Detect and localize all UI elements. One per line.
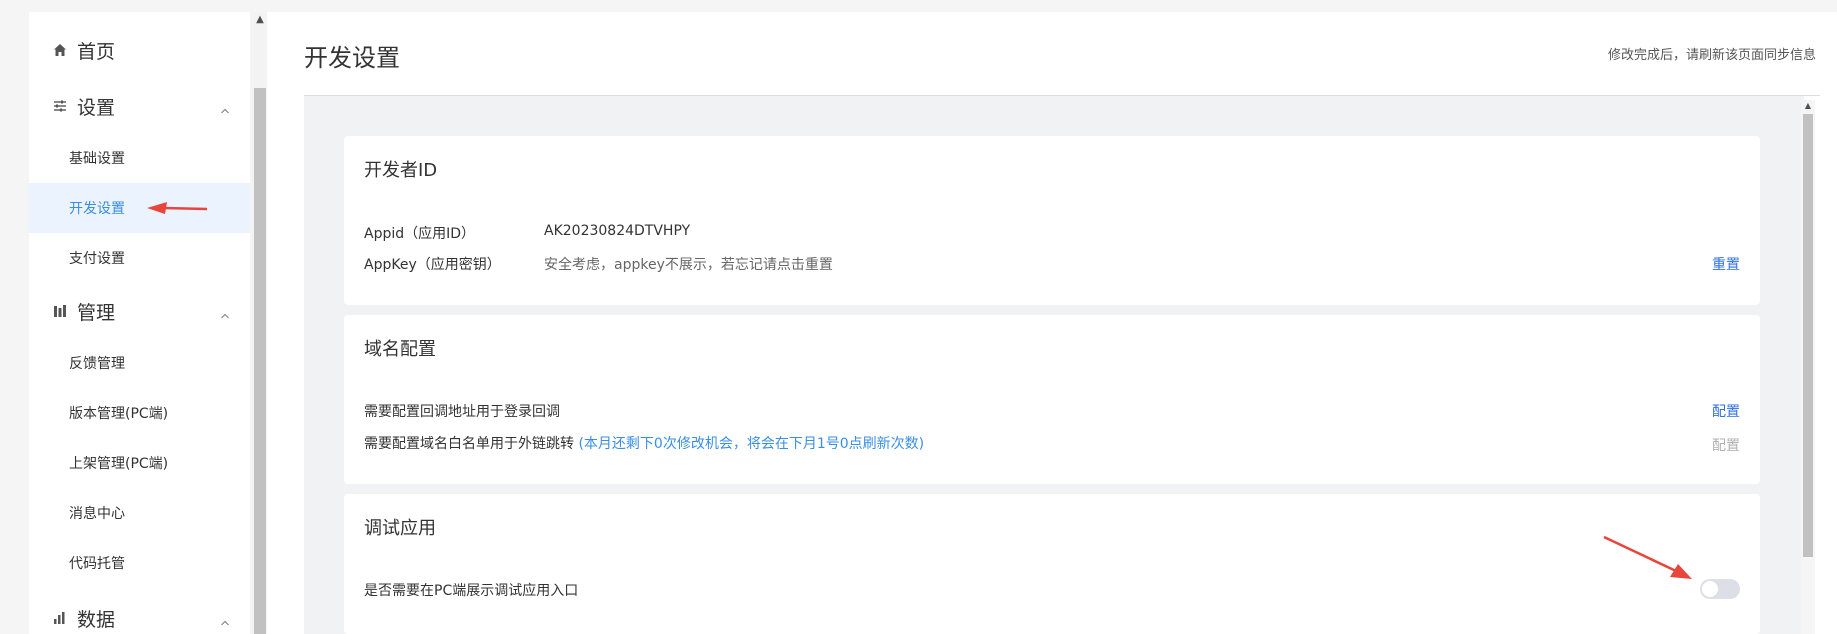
- callback-row-label: 需要配置回调地址用于登录回调: [364, 404, 560, 420]
- sidebar-scrollbar-thumb[interactable]: [254, 88, 266, 634]
- whitelist-row-label: 需要配置域名白名单用于外链跳转: [364, 436, 574, 452]
- sidebar-item-feedback[interactable]: 反馈管理: [29, 338, 250, 388]
- sidebar-item-label: 版本管理(PC端): [69, 406, 169, 422]
- sidebar-item-payment-settings[interactable]: 支付设置: [29, 233, 250, 283]
- developer-id-card: 开发者ID Appid（应用ID） AK20230824DTVHPY AppKe…: [344, 136, 1760, 305]
- debug-app-card: 调试应用 是否需要在PC端展示调试应用入口: [344, 494, 1760, 634]
- chevron-up-icon[interactable]: [220, 306, 230, 319]
- card-title: 调试应用: [364, 518, 436, 539]
- chevron-up-icon[interactable]: [220, 613, 230, 626]
- whitelist-config-link[interactable]: 配置: [1712, 435, 1740, 455]
- card-title: 域名配置: [364, 339, 436, 360]
- callback-config-link[interactable]: 配置: [1712, 401, 1740, 421]
- annotation-arrow-icon: [1603, 535, 1692, 579]
- annotation-arrow-icon: [147, 202, 208, 214]
- whitelist-row: 需要配置域名白名单用于外链跳转 (本月还剩下0次修改机会，将会在下月1号0点刷新…: [364, 433, 924, 453]
- sidebar: 首页 设置 基础设置 开发设置 支付设置 管理 反馈管理 版本管理(PC端) 上…: [29, 12, 250, 634]
- nav-group-settings[interactable]: 设置: [29, 82, 250, 130]
- debug-entry-label: 是否需要在PC端展示调试应用入口: [364, 583, 579, 599]
- page-hint: 修改完成后，请刷新该页面同步信息: [1607, 48, 1816, 63]
- debug-entry-toggle[interactable]: [1700, 579, 1740, 599]
- sidebar-item-listing[interactable]: 上架管理(PC端): [29, 438, 250, 488]
- nav-group-settings-label: 设置: [77, 96, 116, 119]
- nav-group-data-label: 数据: [77, 608, 116, 631]
- sidebar-item-label: 消息中心: [69, 506, 125, 522]
- appid-label: Appid（应用ID）: [364, 226, 476, 242]
- scroll-up-arrow-icon[interactable]: ▲: [254, 14, 266, 26]
- nav-group-data[interactable]: 数据: [29, 594, 250, 634]
- nav-group-manage[interactable]: 管理: [29, 287, 250, 335]
- scroll-up-arrow-icon[interactable]: ▲: [1803, 101, 1813, 111]
- nav-group-manage-label: 管理: [77, 301, 116, 324]
- bar-chart-icon: [52, 303, 68, 319]
- appkey-value: 安全考虑，appkey不展示，若忘记请点击重置: [544, 257, 833, 273]
- whitelist-note: (本月还剩下0次修改机会，将会在下月1号0点刷新次数): [578, 436, 925, 452]
- toggle-knob: [1702, 581, 1718, 597]
- nav-home-label: 首页: [77, 40, 116, 63]
- appid-value: AK20230824DTVHPY: [544, 223, 691, 239]
- sidebar-item-label: 代码托管: [69, 556, 125, 572]
- card-title: 开发者ID: [364, 160, 438, 181]
- sliders-icon: [52, 98, 68, 114]
- sidebar-item-dev-settings[interactable]: 开发设置: [29, 183, 250, 233]
- page-title: 开发设置: [304, 44, 400, 72]
- content-scrollbar-thumb[interactable]: [1803, 114, 1813, 557]
- stats-icon: [52, 610, 68, 626]
- chevron-up-icon[interactable]: [220, 101, 230, 114]
- sidebar-item-messages[interactable]: 消息中心: [29, 488, 250, 538]
- reset-appkey-link[interactable]: 重置: [1712, 254, 1740, 274]
- sidebar-item-label: 上架管理(PC端): [69, 456, 169, 472]
- nav-home[interactable]: 首页: [29, 26, 250, 74]
- sidebar-item-label: 基础设置: [69, 151, 125, 167]
- sidebar-item-label: 开发设置: [69, 201, 125, 217]
- home-icon: [52, 42, 68, 58]
- sidebar-item-label: 反馈管理: [69, 356, 125, 372]
- sidebar-item-basic-settings[interactable]: 基础设置: [29, 133, 250, 183]
- domain-config-card: 域名配置 需要配置回调地址用于登录回调 配置 需要配置域名白名单用于外链跳转 (…: [344, 315, 1760, 484]
- sidebar-item-version[interactable]: 版本管理(PC端): [29, 388, 250, 438]
- appkey-label: AppKey（应用密钥）: [364, 257, 501, 273]
- sidebar-item-code-hosting[interactable]: 代码托管: [29, 538, 250, 588]
- sidebar-item-label: 支付设置: [69, 251, 125, 267]
